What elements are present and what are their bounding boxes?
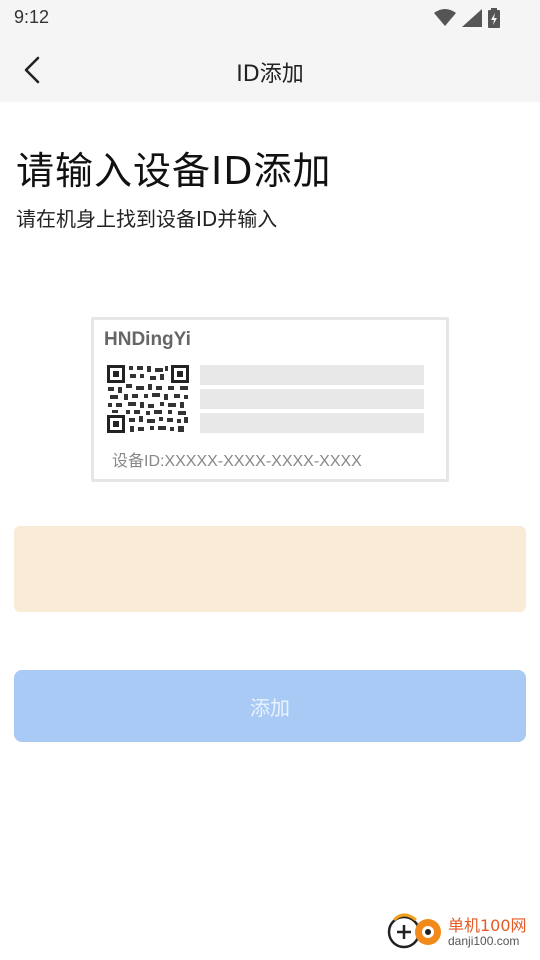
status-icons — [434, 8, 500, 32]
wifi-icon — [434, 9, 456, 31]
device-id-input[interactable] — [14, 526, 526, 612]
status-time: 9:12 — [14, 7, 50, 27]
battery-icon — [488, 8, 500, 32]
qr-code-icon — [106, 364, 190, 434]
main-subheading: 请在机身上找到设备ID并输入 — [16, 207, 278, 231]
watermark: 单机100网 danji100.com — [386, 910, 536, 954]
label-placeholder-bar — [200, 413, 424, 433]
add-button[interactable]: 添加 — [14, 670, 526, 742]
status-bar: 9:12 — [0, 0, 540, 36]
label-placeholder-bar — [200, 365, 424, 385]
watermark-subtitle: danji100.com — [448, 934, 520, 948]
device-id-format: 设备ID:XXXXX-XXXX-XXXX-XXXX — [112, 453, 362, 470]
app-bar: ID添加 — [0, 36, 540, 102]
device-brand: HNDingYi — [104, 329, 191, 350]
device-label-illustration: HNDingYi 设备ID:XXXXX-XXXX-XXXX-XXXX — [91, 317, 449, 482]
label-placeholder-bar — [200, 389, 424, 409]
signal-icon — [462, 9, 482, 31]
watermark-title: 单机100网 — [448, 916, 527, 935]
watermark-logo-icon — [387, 913, 441, 949]
page-title: ID添加 — [236, 62, 304, 87]
main-heading: 请输入设备ID添加 — [16, 149, 332, 193]
